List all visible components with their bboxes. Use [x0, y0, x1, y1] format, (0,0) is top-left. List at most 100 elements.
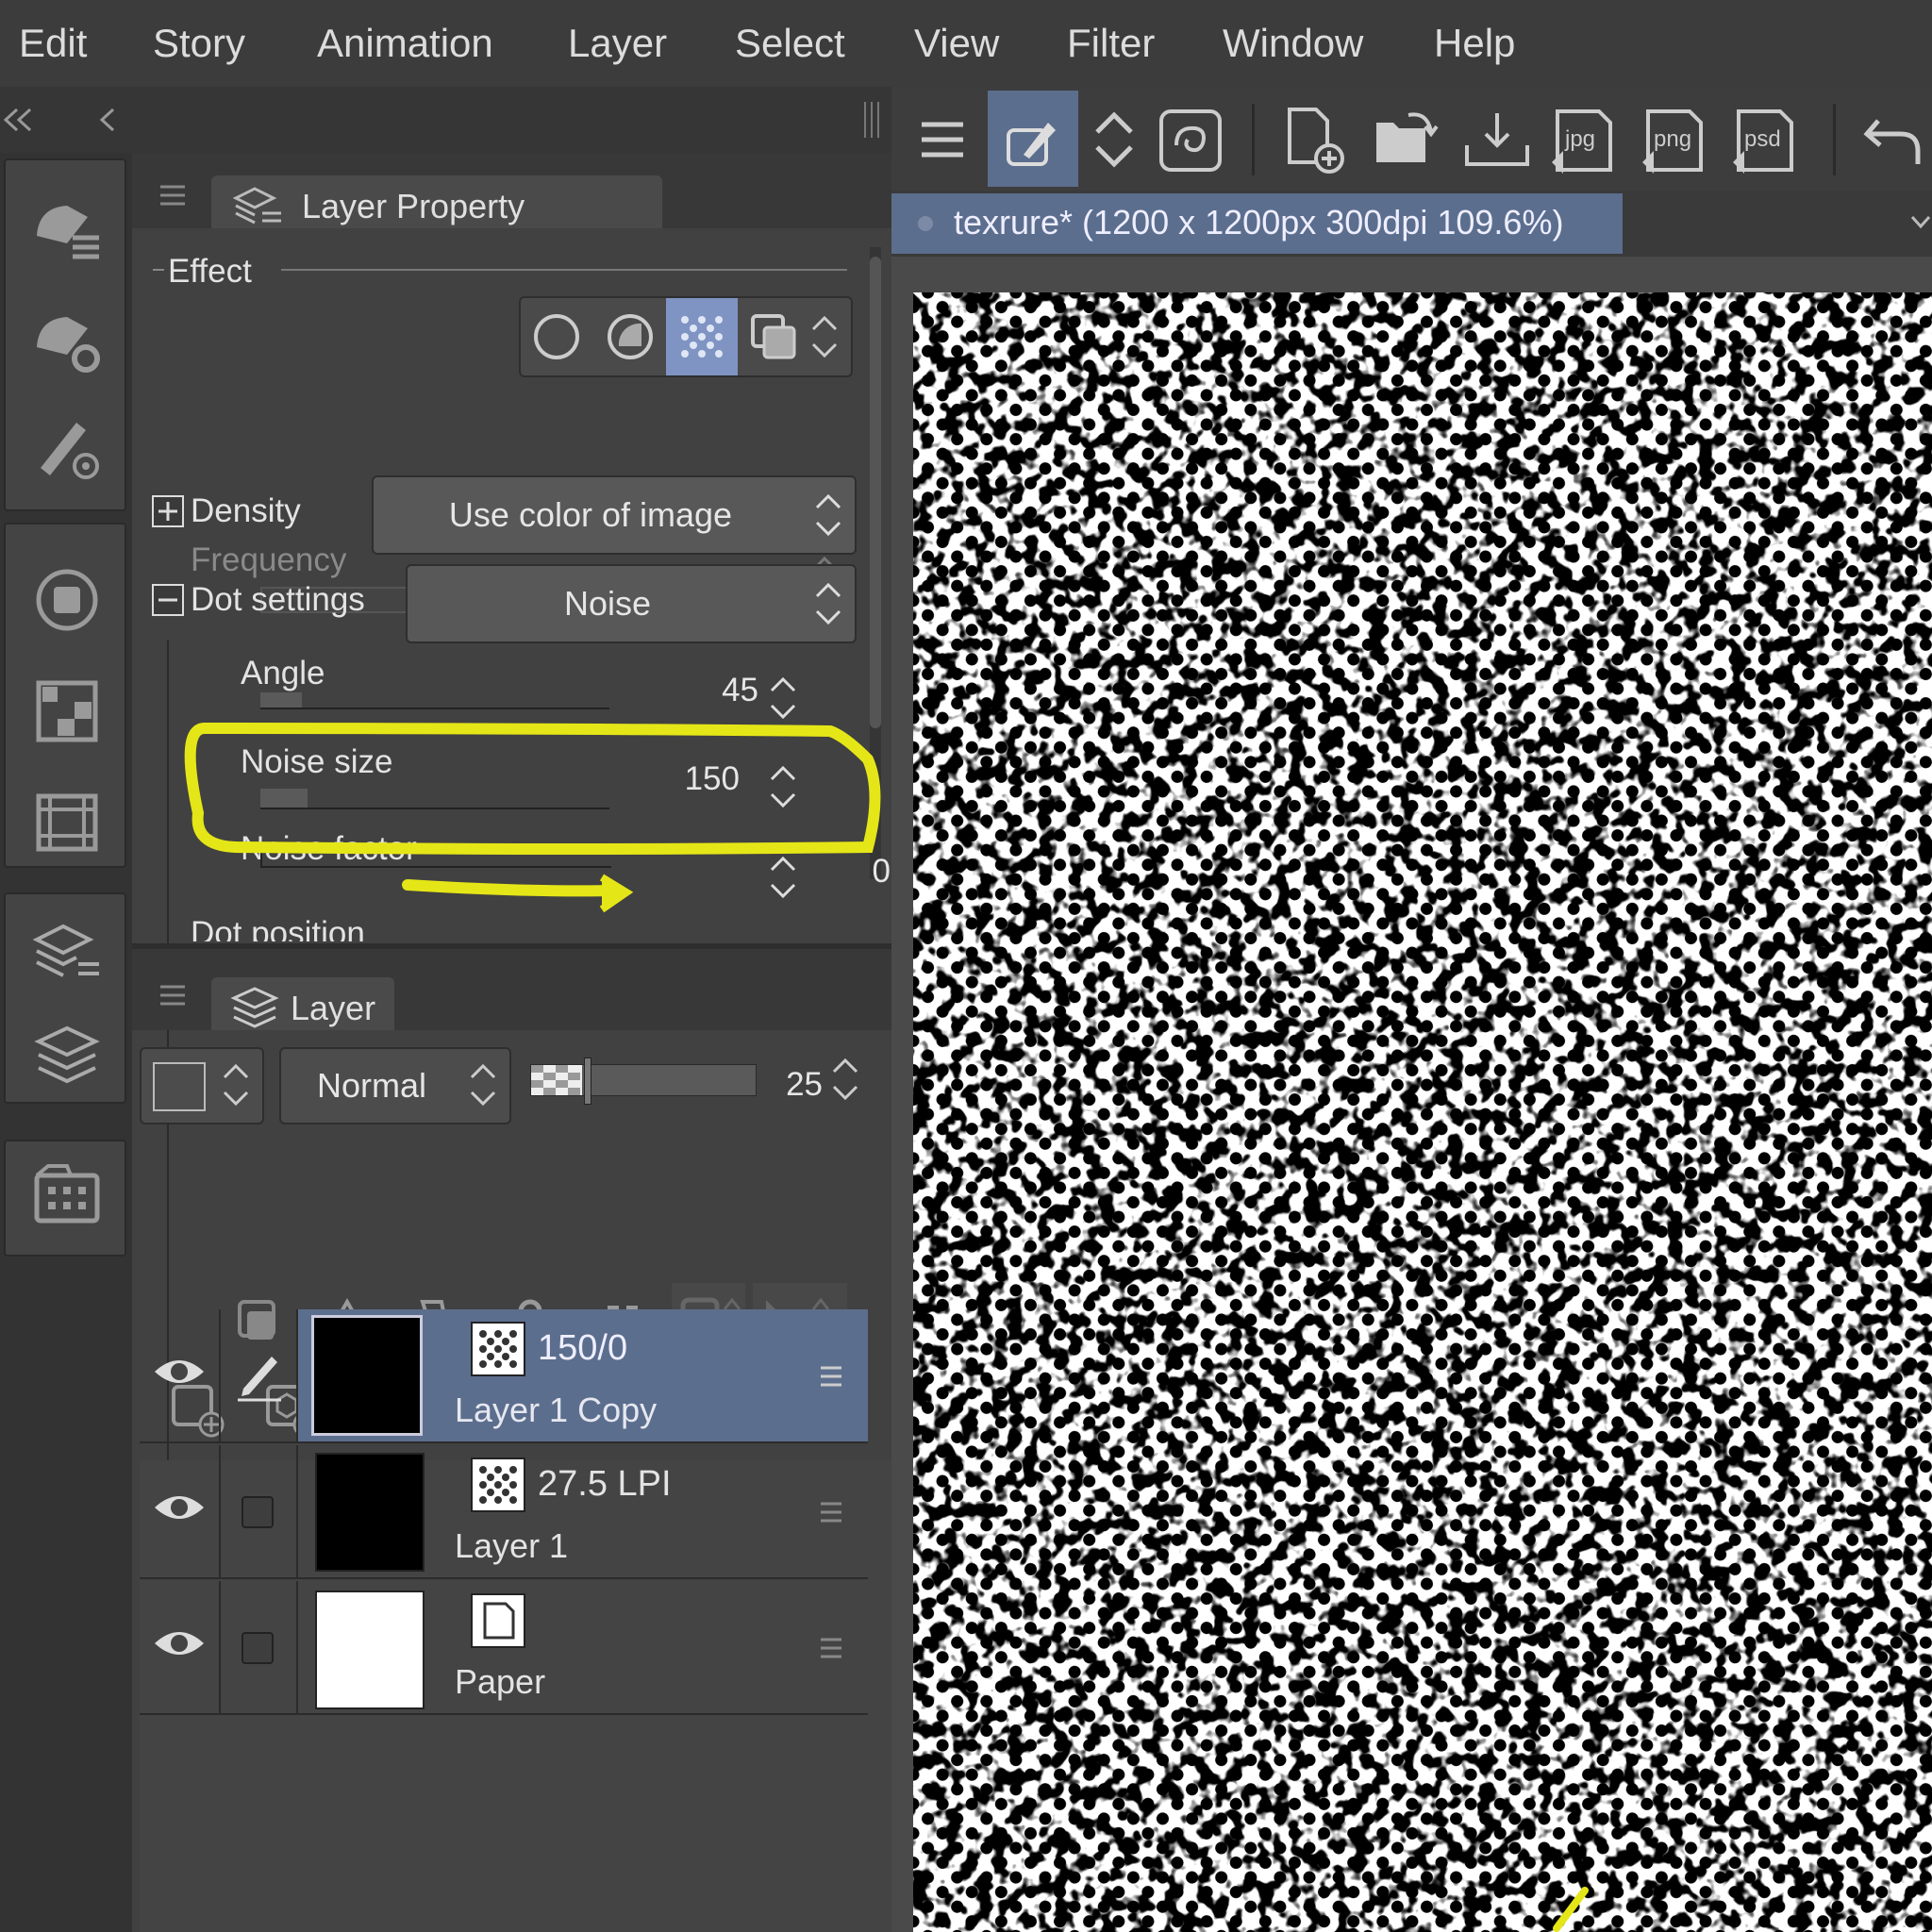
menu-animation[interactable]: Animation: [317, 21, 493, 66]
opacity-spin-icon[interactable]: [826, 1051, 864, 1108]
layers-icon[interactable]: [29, 1015, 105, 1091]
tab-layer-property[interactable]: Layer Property: [211, 175, 662, 228]
noise-size-label: Noise size: [241, 743, 393, 780]
dot-settings-label: Dot settings: [191, 581, 365, 618]
menu-layer[interactable]: Layer: [568, 21, 667, 66]
angle-spin-icon[interactable]: [764, 670, 802, 726]
visibility-cell: [140, 1581, 221, 1713]
eye-icon[interactable]: [151, 1489, 208, 1526]
menu-story[interactable]: Story: [153, 21, 245, 66]
edit-cell: [221, 1309, 298, 1441]
drawing-canvas[interactable]: [913, 292, 1932, 1932]
layer-row-handle-icon[interactable]: [817, 1362, 845, 1391]
layer-checkbox[interactable]: [242, 1496, 274, 1528]
export-jpg-button[interactable]: jpg: [1550, 106, 1622, 177]
chevron-updown-icon: [815, 493, 841, 537]
layer-name[interactable]: Paper: [455, 1662, 545, 1702]
export-png-label: png: [1654, 126, 1692, 152]
tool-group-layers: [4, 892, 126, 1104]
material-icon[interactable]: [29, 1158, 105, 1234]
eyedropper-button[interactable]: [988, 91, 1078, 187]
noise-factor-value[interactable]: 0: [815, 853, 891, 891]
tab-layer[interactable]: Layer: [211, 977, 394, 1030]
layer-color-dropdown[interactable]: [140, 1047, 264, 1124]
layer-row[interactable]: 150/0 Layer 1 Copy: [140, 1309, 868, 1443]
document-tab[interactable]: texrure* (1200 x 1200px 300dpi 109.6%): [891, 193, 1623, 254]
brush-size-icon[interactable]: [29, 409, 105, 485]
menu-help[interactable]: Help: [1434, 21, 1515, 66]
swirl-icon[interactable]: [1158, 108, 1224, 174]
double-chevron-left-icon[interactable]: [0, 104, 38, 136]
eye-icon[interactable]: [151, 1353, 208, 1391]
dot-position-label: Dot position: [191, 915, 365, 941]
expand-plus-icon[interactable]: [151, 494, 185, 528]
tool-group-brushes: [4, 158, 126, 511]
menu-icon[interactable]: [916, 113, 969, 166]
menu-view[interactable]: View: [914, 21, 999, 66]
angle-value[interactable]: 45: [683, 672, 758, 709]
new-canvas-icon[interactable]: [1280, 104, 1348, 175]
tool-group-palettes: [4, 523, 126, 868]
layer-row[interactable]: 27.5 LPI Layer 1: [140, 1445, 868, 1579]
layer-info: 150/0: [538, 1328, 628, 1368]
pen-icon[interactable]: [234, 1347, 285, 1404]
layer-name[interactable]: Layer 1: [455, 1526, 568, 1566]
menu-filter[interactable]: Filter: [1067, 21, 1155, 66]
tone-dots-icon: [681, 316, 723, 358]
color-set-icon[interactable]: [29, 674, 105, 749]
tool-settings-icon[interactable]: [29, 300, 105, 375]
undo-icon[interactable]: [1859, 108, 1925, 174]
tone-layer-icon: [471, 1322, 525, 1376]
color-circle-icon[interactable]: [29, 562, 105, 638]
density-dropdown[interactable]: Use color of image: [372, 475, 857, 555]
tab-label: Layer: [291, 989, 376, 1027]
noise-factor-spin-icon[interactable]: [764, 849, 802, 906]
timeline-icon[interactable]: [29, 785, 105, 860]
extract-line-icon[interactable]: [602, 308, 658, 365]
layer-row-handle-icon[interactable]: [817, 1498, 845, 1526]
noise-size-value[interactable]: 150: [664, 760, 740, 798]
import-icon[interactable]: [1461, 108, 1533, 174]
tone-effect-button[interactable]: [666, 298, 738, 375]
panel-menu-icon[interactable]: [158, 181, 187, 209]
layer-name[interactable]: Layer 1 Copy: [455, 1391, 657, 1430]
menu-edit[interactable]: Edit: [19, 21, 87, 66]
panel-menu-icon[interactable]: [158, 981, 187, 1009]
noise-factor-slider[interactable]: [260, 847, 611, 868]
eye-icon[interactable]: [151, 1624, 208, 1662]
export-psd-label: psd: [1744, 126, 1781, 152]
chevron-updown-icon[interactable]: [808, 308, 841, 365]
export-psd-button[interactable]: psd: [1731, 106, 1803, 177]
opacity-slider[interactable]: [530, 1058, 757, 1105]
angle-slider[interactable]: [260, 692, 609, 709]
dot-settings-dropdown[interactable]: Noise: [406, 564, 857, 643]
sub-tool-icon[interactable]: [29, 189, 105, 264]
layer-row[interactable]: Paper: [140, 1581, 868, 1715]
layer-property-icon[interactable]: [29, 911, 105, 987]
canvas-toolbar: jpg png psd: [891, 87, 1932, 191]
eyedropper-tool-icon: [1007, 123, 1056, 166]
menu-select[interactable]: Select: [735, 21, 845, 66]
noise-size-slider[interactable]: [260, 789, 609, 809]
property-scrollbar[interactable]: [870, 247, 881, 879]
drag-handle-icon[interactable]: [860, 98, 883, 142]
menu-window[interactable]: Window: [1223, 21, 1363, 66]
updown-icon[interactable]: [1090, 104, 1139, 175]
tone-layer-icon: [471, 1457, 525, 1512]
layer-row-handle-icon[interactable]: [817, 1634, 845, 1662]
export-png-button[interactable]: png: [1641, 106, 1712, 177]
chevron-left-icon[interactable]: [94, 104, 123, 136]
collapse-minus-icon[interactable]: [151, 583, 185, 617]
layer-color-icon[interactable]: [745, 308, 802, 365]
dot-position-row: Dot position: [191, 915, 851, 941]
dot-settings-value: Noise: [563, 584, 652, 623]
noise-size-spin-icon[interactable]: [764, 758, 802, 815]
blend-mode-dropdown[interactable]: Normal: [279, 1047, 511, 1124]
tool-group-materials: [4, 1140, 126, 1257]
opacity-value[interactable]: 25: [766, 1066, 823, 1104]
layer-checkbox[interactable]: [242, 1632, 274, 1664]
open-folder-icon[interactable]: [1371, 108, 1442, 174]
border-effect-icon[interactable]: [528, 308, 585, 365]
tab-label: Layer Property: [302, 187, 525, 225]
chevron-down-icon[interactable]: [1907, 208, 1932, 236]
